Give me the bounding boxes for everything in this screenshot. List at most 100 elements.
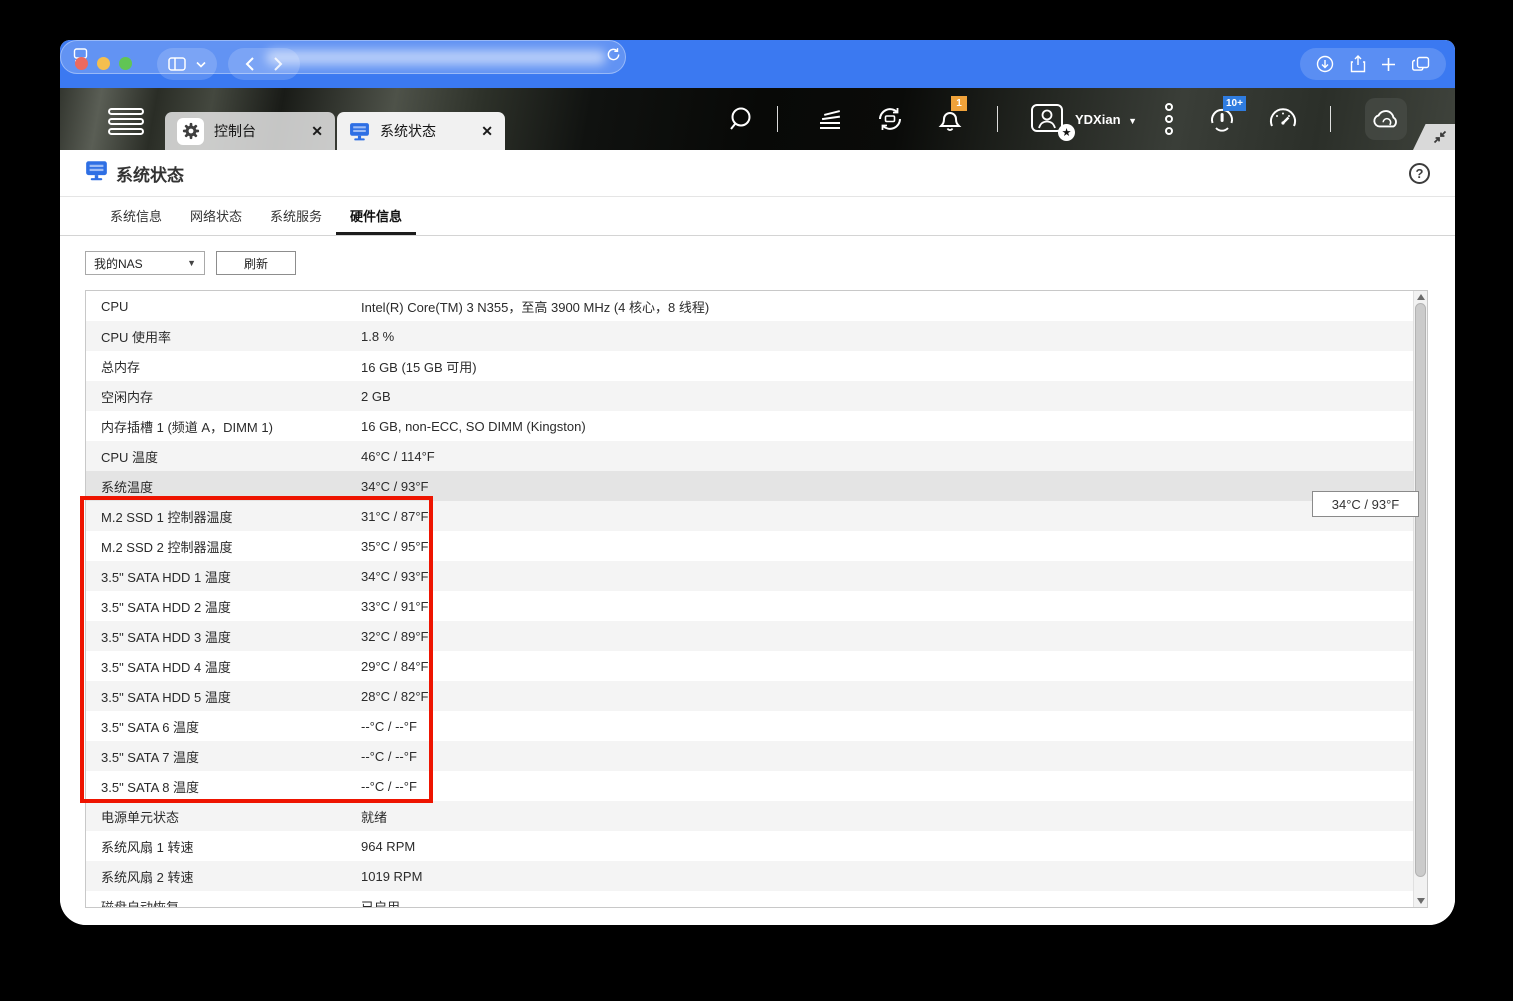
row-value: 964 RPM — [361, 838, 416, 854]
table-row[interactable]: 3.5" SATA HDD 5 温度 28°C / 82°F — [86, 681, 1427, 711]
tab-system-service[interactable]: 系统服务 — [256, 206, 336, 235]
table-row[interactable]: 3.5" SATA 8 温度 --°C / --°F — [86, 771, 1427, 801]
table-row[interactable]: 3.5" SATA HDD 2 温度 33°C / 91°F — [86, 591, 1427, 621]
resource-monitor-icon[interactable] — [1266, 102, 1300, 136]
row-label: M.2 SSD 2 控制器温度 — [101, 539, 233, 555]
row-value: 16 GB, non-ECC, SO DIMM (Kingston) — [361, 418, 586, 434]
hide-desktop-icon[interactable] — [1413, 124, 1455, 150]
system-status-page: 系统状态 ? 系统信息 网络状态 系统服务 硬件信息 我的NAS ▼ 刷新 CP… — [60, 150, 1455, 925]
row-label: CPU 使用率 — [101, 329, 172, 345]
toolbar-right-group — [1300, 48, 1446, 80]
user-avatar-icon[interactable]: ★ — [1025, 102, 1075, 141]
table-row[interactable]: CPU 使用率 1.8 % — [86, 321, 1427, 351]
row-value: Intel(R) Core(TM) 3 N355，至高 3900 MHz (4 … — [361, 299, 710, 315]
scroll-down-button[interactable] — [1414, 895, 1427, 907]
notification-badge: 1 — [951, 96, 967, 111]
close-icon[interactable]: ✕ — [481, 123, 493, 140]
monitor-icon — [349, 122, 370, 141]
more-options-icon[interactable] — [1165, 103, 1173, 139]
row-value: 32°C / 89°F — [361, 628, 429, 644]
help-icon[interactable]: ? — [1409, 162, 1430, 184]
close-window-button[interactable] — [75, 57, 88, 70]
row-value: --°C / --°F — [361, 778, 417, 794]
row-value: 1019 RPM — [361, 868, 423, 884]
monitor-icon — [85, 160, 108, 186]
row-value: 35°C / 95°F — [361, 538, 429, 554]
row-label: 3.5" SATA HDD 4 温度 — [101, 659, 231, 675]
scrollbar-thumb[interactable] — [1415, 303, 1426, 877]
table-row[interactable]: 3.5" SATA 6 温度 --°C / --°F — [86, 711, 1427, 741]
table-row[interactable]: 3.5" SATA HDD 3 温度 32°C / 89°F — [86, 621, 1427, 651]
nas-selector-value: 我的NAS — [94, 256, 143, 271]
scroll-up-button[interactable] — [1414, 291, 1427, 303]
table-row[interactable]: 系统风扇 1 转速 964 RPM — [86, 831, 1427, 861]
share-icon[interactable] — [1350, 55, 1366, 73]
tab-hardware-info[interactable]: 硬件信息 — [336, 206, 417, 235]
row-label: 磁盘自动恢复 — [101, 899, 180, 908]
caret-down-icon: ▼ — [187, 258, 196, 268]
table-row[interactable]: 电源单元状态 就绪 — [86, 801, 1427, 831]
download-icon[interactable] — [1316, 55, 1334, 73]
table-row[interactable]: 内存插槽 1 (频道 A，DIMM 1) 16 GB, non-ECC, SO … — [86, 411, 1427, 441]
row-value: 34°C / 93°F — [361, 568, 429, 584]
table-row[interactable]: M.2 SSD 1 控制器温度 31°C / 87°F — [86, 501, 1427, 531]
reload-icon[interactable] — [606, 47, 621, 67]
table-row[interactable]: 3.5" SATA HDD 4 温度 29°C / 84°F — [86, 651, 1427, 681]
app-tab-label: 控制台 — [214, 123, 256, 139]
table-row[interactable]: M.2 SSD 2 控制器温度 35°C / 95°F — [86, 531, 1427, 561]
app-tab-control-panel[interactable]: 控制台 ✕ — [165, 112, 335, 150]
divider — [777, 106, 778, 132]
refresh-button[interactable]: 刷新 — [216, 251, 296, 275]
row-label: 3.5" SATA 8 温度 — [101, 779, 200, 795]
row-value: 28°C / 82°F — [361, 688, 429, 704]
table-row[interactable]: CPU 温度 46°C / 114°F — [86, 441, 1427, 471]
controls-row: 我的NAS ▼ 刷新 — [85, 251, 296, 275]
tab-system-info[interactable]: 系统信息 — [96, 206, 176, 235]
chevron-down-icon[interactable] — [196, 61, 206, 68]
row-label: 内存插槽 1 (频道 A，DIMM 1) — [101, 419, 273, 435]
browser-toolbar — [60, 40, 1455, 88]
row-value: 31°C / 87°F — [361, 508, 429, 524]
notification-bell-icon[interactable]: 1 — [933, 96, 967, 136]
minimize-window-button[interactable] — [97, 57, 110, 70]
new-tab-icon[interactable] — [1381, 57, 1396, 72]
app-tab-system-status[interactable]: 系统状态 ✕ — [337, 112, 505, 150]
table-row[interactable]: CPU Intel(R) Core(TM) 3 N355，至高 3900 MHz… — [86, 291, 1427, 321]
back-button[interactable] — [245, 57, 255, 71]
table-row[interactable]: 磁盘自动恢复 已启用 — [86, 891, 1427, 908]
table-row[interactable]: 系统温度 34°C / 93°F — [86, 471, 1427, 501]
table-row[interactable]: 3.5" SATA 7 温度 --°C / --°F — [86, 741, 1427, 771]
myqnapcloud-icon[interactable] — [1365, 98, 1407, 140]
tab-overview-icon[interactable] — [1412, 56, 1430, 72]
event-log-icon[interactable] — [813, 102, 847, 136]
sync-backup-icon[interactable] — [873, 102, 907, 136]
nas-selector-dropdown[interactable]: 我的NAS ▼ — [85, 251, 205, 275]
row-value: --°C / --°F — [361, 748, 417, 764]
address-bar[interactable] — [60, 40, 626, 74]
blurred-url-text — [266, 49, 606, 65]
row-value: 16 GB (15 GB 可用) — [361, 359, 477, 375]
background-task-badge: 10+ — [1223, 96, 1246, 111]
row-label: CPU 温度 — [101, 449, 159, 465]
table-row[interactable]: 系统风扇 2 转速 1019 RPM — [86, 861, 1427, 891]
search-icon[interactable] — [723, 102, 757, 136]
row-label: 空闲内存 — [101, 389, 154, 405]
row-label: CPU — [101, 298, 129, 314]
row-label: 3.5" SATA HDD 1 温度 — [101, 569, 231, 585]
user-menu[interactable]: YDXian ▼ — [1075, 112, 1137, 127]
row-label: 3.5" SATA HDD 5 温度 — [101, 689, 231, 705]
table-row[interactable]: 空闲内存 2 GB — [86, 381, 1427, 411]
main-menu-icon[interactable] — [108, 108, 144, 138]
table-row[interactable]: 总内存 16 GB (15 GB 可用) — [86, 351, 1427, 381]
row-value: 34°C / 93°F — [361, 478, 429, 494]
close-icon[interactable]: ✕ — [311, 123, 323, 140]
divider — [1330, 106, 1331, 132]
sidebar-icon[interactable] — [167, 57, 186, 71]
row-label: 3.5" SATA HDD 2 温度 — [101, 599, 231, 615]
zoom-window-button[interactable] — [119, 57, 132, 70]
table-row[interactable]: 3.5" SATA HDD 1 温度 34°C / 93°F — [86, 561, 1427, 591]
vertical-scrollbar[interactable] — [1413, 291, 1427, 907]
background-tasks-icon[interactable]: 10+ — [1205, 96, 1246, 136]
tab-network-status[interactable]: 网络状态 — [176, 206, 256, 235]
row-value: 已启用 — [361, 899, 401, 908]
